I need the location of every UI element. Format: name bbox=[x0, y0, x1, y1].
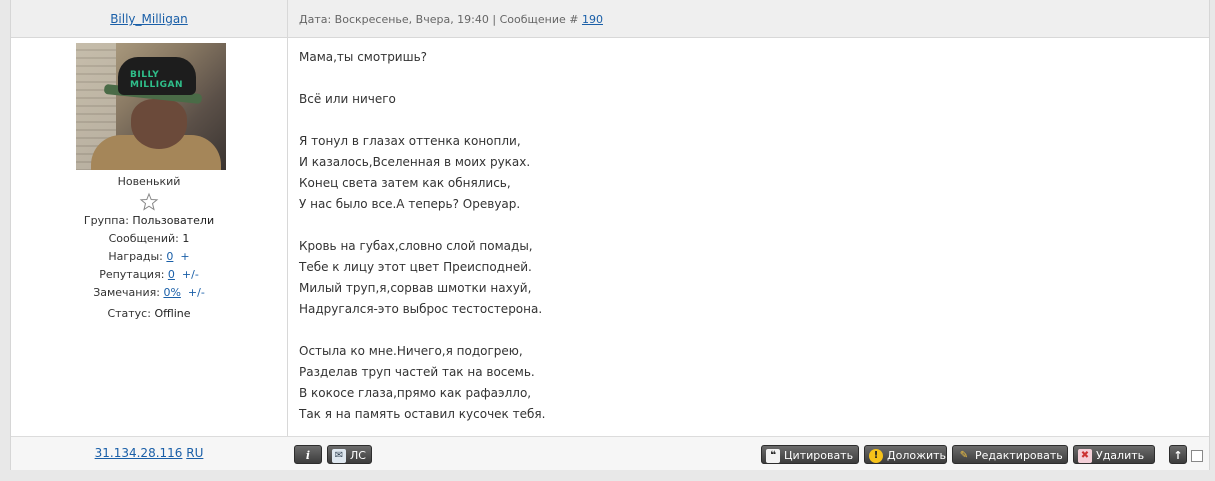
awards-count-link[interactable]: 0 bbox=[166, 250, 173, 263]
post-date: Дата: Воскресенье, Вчера, 19:40 | Сообще… bbox=[299, 13, 579, 26]
avatar-cap-text: BILLY MILLIGAN bbox=[130, 70, 184, 90]
edit-button[interactable]: ✎ Редактировать bbox=[952, 445, 1068, 464]
warning-icon: ! bbox=[869, 449, 883, 463]
user-reputation: Репутация: 0 +/- bbox=[99, 268, 199, 281]
change-warnings-link[interactable]: +/- bbox=[188, 286, 205, 299]
post-footer: 31.134.28.116 RU i ✉ ЛС ❝ Цитировать ! Доло… bbox=[11, 436, 1209, 470]
eraser-icon: ✖ bbox=[1078, 449, 1092, 463]
add-award-link[interactable]: + bbox=[180, 250, 189, 263]
post-text-line: Кровь на губах,словно слой помады, bbox=[299, 239, 533, 253]
post-text-line: У нас было все.А теперь? Оревуар. bbox=[299, 197, 521, 211]
info-button[interactable]: i bbox=[294, 445, 322, 464]
scroll-top-button[interactable]: ↑ bbox=[1169, 445, 1187, 464]
quote-button[interactable]: ❝ Цитировать bbox=[761, 445, 859, 464]
arrow-up-icon: ↑ bbox=[1173, 449, 1183, 462]
user-sidebar: BILLY MILLIGAN Новенький Группа: Пользов… bbox=[11, 37, 287, 435]
author-link[interactable]: Billy_Milligan bbox=[110, 12, 188, 26]
user-group: Группа: Пользователи bbox=[83, 214, 215, 227]
post-blank-line bbox=[299, 110, 1179, 131]
user-awards: Награды: 0 + bbox=[108, 250, 190, 263]
user-messages: Сообщений: 1 bbox=[108, 232, 190, 245]
post-text-line: Так я на память оставил кусочек тебя. bbox=[299, 407, 546, 421]
quote-icon: ❝ bbox=[766, 449, 780, 463]
post-text-line: Всё или ничего bbox=[299, 92, 396, 106]
post-text-line: Тебе к лицу этот цвет Преисподней. bbox=[299, 260, 532, 274]
forum-post: Billy_Milligan Дата: Воскресенье, Вчера,… bbox=[10, 0, 1210, 470]
post-body: Мама,ты смотришь? Всё или ничего Я тонул в… bbox=[299, 47, 1179, 425]
post-text-line: Мама,ты смотришь? bbox=[299, 50, 428, 64]
reputation-count-link[interactable]: 0 bbox=[168, 268, 175, 281]
post-text-line: Конец света затем как обнялись, bbox=[299, 176, 511, 190]
post-header: Billy_Milligan Дата: Воскресенье, Вчера,… bbox=[11, 0, 1209, 38]
change-reputation-link[interactable]: +/- bbox=[182, 268, 199, 281]
ip-link[interactable]: 31.134.28.116 bbox=[95, 446, 183, 460]
report-button[interactable]: ! Доложить bbox=[864, 445, 947, 464]
post-blank-line bbox=[299, 68, 1179, 89]
user-rank: Новенький bbox=[117, 175, 181, 188]
user-status: Статус: Offline bbox=[107, 307, 191, 320]
post-meta: Дата: Воскресенье, Вчера, 19:40 | Сообще… bbox=[299, 13, 603, 26]
warnings-percent-link[interactable]: 0% bbox=[163, 286, 180, 299]
post-blank-line bbox=[299, 215, 1179, 236]
star-icon bbox=[139, 192, 159, 211]
post-number-link[interactable]: 190 bbox=[582, 13, 603, 26]
pm-button[interactable]: ✉ ЛС bbox=[327, 445, 372, 464]
post-text-line: Остыла ко мне.Ничего,я подогрею, bbox=[299, 344, 523, 358]
column-divider bbox=[287, 0, 288, 469]
post-text-line: Разделав труп частей так на восемь. bbox=[299, 365, 535, 379]
post-text-line: И казалось,Вселенная в моих руках. bbox=[299, 155, 531, 169]
country-link[interactable]: RU bbox=[186, 446, 203, 460]
envelope-icon: ✉ bbox=[332, 449, 346, 463]
select-post-checkbox[interactable] bbox=[1191, 450, 1203, 462]
post-text-line: В кокосе глаза,прямо как рафаэлло, bbox=[299, 386, 532, 400]
post-text-line: Милый труп,я,сорвав шмотки нахуй, bbox=[299, 281, 532, 295]
post-text-line: Надругался-это выброс тестостерона. bbox=[299, 302, 543, 316]
ip-info: 31.134.28.116 RU bbox=[11, 446, 287, 460]
user-warnings: Замечания: 0% +/- bbox=[93, 286, 205, 299]
delete-button[interactable]: ✖ Удалить bbox=[1073, 445, 1155, 464]
info-icon: i bbox=[305, 449, 311, 462]
post-blank-line bbox=[299, 320, 1179, 341]
avatar[interactable]: BILLY MILLIGAN bbox=[76, 43, 226, 170]
post-text-line: Я тонул в глазах оттенка конопли, bbox=[299, 134, 521, 148]
pencil-icon: ✎ bbox=[959, 450, 969, 461]
